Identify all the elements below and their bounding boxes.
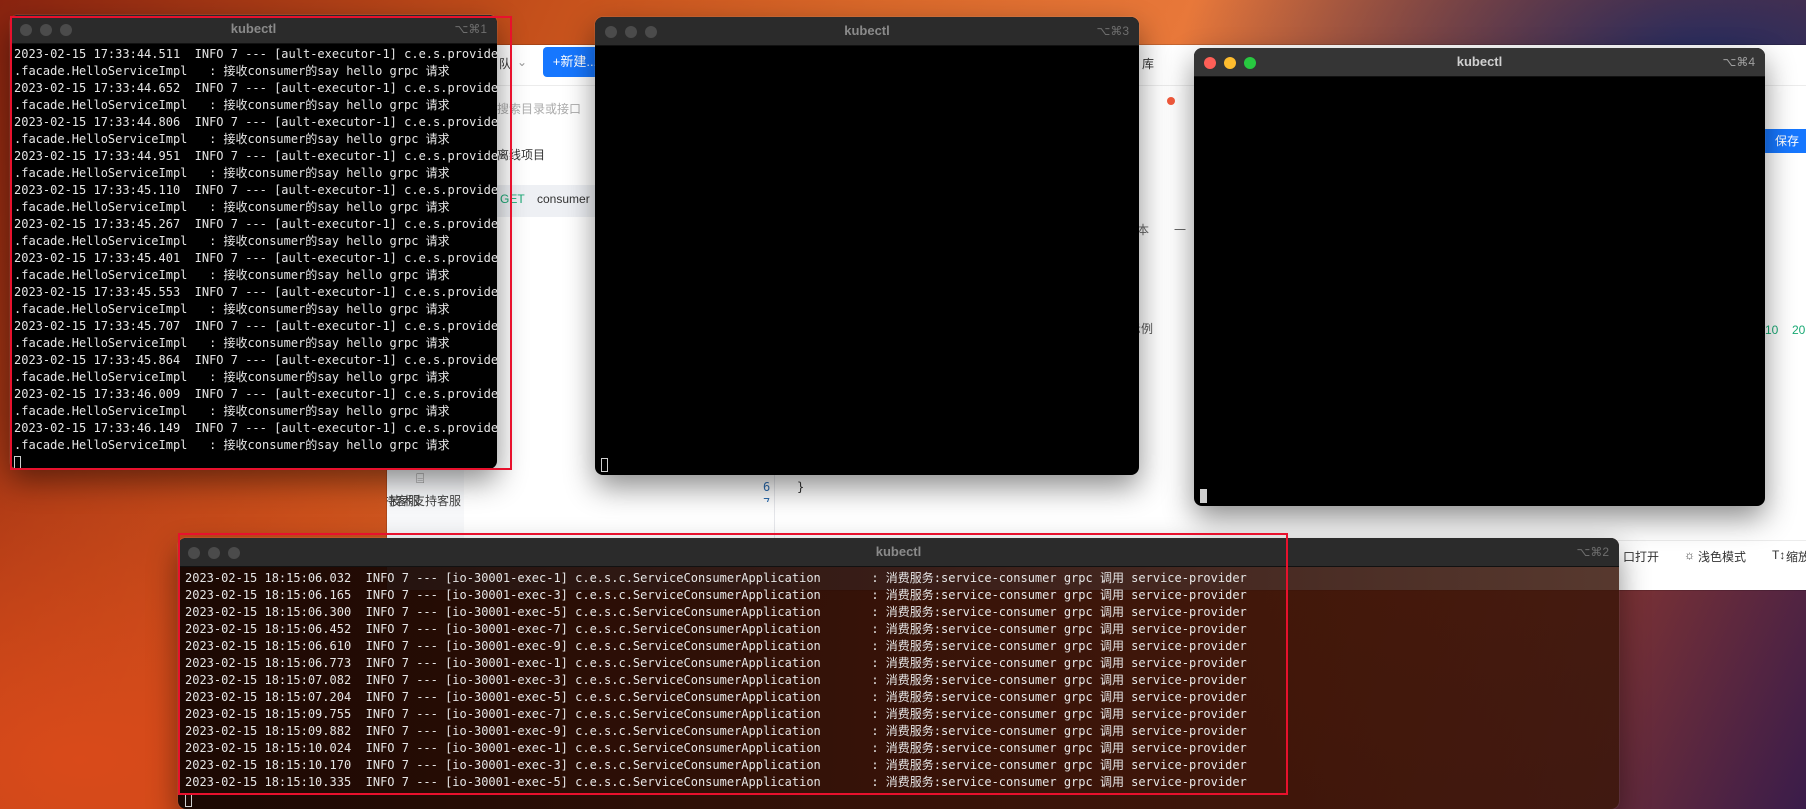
terminal-window-1[interactable]: kubectl ⌥⌘1 2023-02-15 17:33:44.511 INFO… bbox=[10, 15, 497, 469]
log-line: .facade.HelloServiceImpl : 接收consumer的sa… bbox=[14, 370, 450, 384]
num-a: 10 bbox=[1765, 323, 1779, 337]
log-line: 2023-02-15 18:15:06.610 INFO 7 --- [io-3… bbox=[185, 639, 1247, 653]
log-line: 2023-02-15 17:33:45.864 INFO 7 --- [ault… bbox=[14, 353, 497, 367]
window-shortcut: ⌥⌘4 bbox=[1722, 55, 1755, 69]
log-line: .facade.HelloServiceImpl : 接收consumer的sa… bbox=[14, 98, 450, 112]
window-shortcut: ⌥⌘3 bbox=[1096, 24, 1129, 38]
log-line: 2023-02-15 17:33:45.267 INFO 7 --- [ault… bbox=[14, 217, 497, 231]
log-line: 2023-02-15 17:33:45.707 INFO 7 --- [ault… bbox=[14, 319, 497, 333]
terminal-cursor bbox=[14, 454, 493, 469]
search-input[interactable]: 搜索目录或接口 bbox=[497, 100, 581, 117]
window-title: kubectl bbox=[875, 544, 922, 559]
chevron-down-icon[interactable]: ⌄ bbox=[517, 55, 527, 69]
log-line: .facade.HelloServiceImpl : 接收consumer的sa… bbox=[14, 438, 450, 452]
log-line: .facade.HelloServiceImpl : 接收consumer的sa… bbox=[14, 336, 450, 350]
log-line: 2023-02-15 17:33:46.009 INFO 7 --- [ault… bbox=[14, 387, 497, 401]
window-shortcut: ⌥⌘2 bbox=[1576, 545, 1609, 559]
log-line: 2023-02-15 18:15:06.773 INFO 7 --- [io-3… bbox=[185, 656, 1247, 670]
log-line: .facade.HelloServiceImpl : 接收consumer的sa… bbox=[14, 268, 450, 282]
terminal-titlebar[interactable]: kubectl ⌥⌘2 bbox=[178, 538, 1619, 567]
save-button[interactable]: 保存 bbox=[1762, 129, 1806, 153]
log-line: 2023-02-15 18:15:06.165 INFO 7 --- [io-3… bbox=[185, 588, 1247, 602]
log-line: 2023-02-15 18:15:06.452 INFO 7 --- [io-3… bbox=[185, 622, 1247, 636]
log-line: 2023-02-15 18:15:09.755 INFO 7 --- [io-3… bbox=[185, 707, 1247, 721]
log-line: 2023-02-15 18:15:07.204 INFO 7 --- [io-3… bbox=[185, 690, 1247, 704]
log-line: 2023-02-15 18:15:10.170 INFO 7 --- [io-3… bbox=[185, 758, 1247, 772]
log-line: 2023-02-15 17:33:44.951 INFO 7 --- [ault… bbox=[14, 149, 497, 163]
log-line: .facade.HelloServiceImpl : 接收consumer的sa… bbox=[14, 64, 450, 78]
log-line: .facade.HelloServiceImpl : 接收consumer的sa… bbox=[14, 166, 450, 180]
log-line: 2023-02-15 17:33:45.110 INFO 7 --- [ault… bbox=[14, 183, 497, 197]
zoom-button[interactable]: 缩放 bbox=[1786, 548, 1806, 565]
log-line: 2023-02-15 17:33:44.652 INFO 7 --- [ault… bbox=[14, 81, 497, 95]
font-size-icon: T↕ bbox=[1772, 548, 1786, 562]
terminal-window-2[interactable]: kubectl ⌥⌘2 2023-02-15 18:15:06.032 INFO… bbox=[178, 538, 1619, 809]
log-line: .facade.HelloServiceImpl : 接收consumer的sa… bbox=[14, 132, 450, 146]
terminal-cursor bbox=[1200, 487, 1207, 504]
window-title: kubectl bbox=[844, 23, 890, 38]
terminal-cursor bbox=[185, 791, 1615, 808]
terminal-titlebar[interactable]: kubectl ⌥⌘1 bbox=[10, 15, 497, 44]
open-window-button[interactable]: 口打开 bbox=[1623, 548, 1659, 565]
unsaved-dot-icon bbox=[1167, 97, 1175, 105]
num-b: 20 bbox=[1792, 323, 1806, 337]
team-label[interactable]: 队 bbox=[499, 55, 511, 72]
library-label[interactable]: 库 bbox=[1142, 55, 1154, 72]
terminal-output[interactable]: 2023-02-15 17:33:44.511 INFO 7 --- [ault… bbox=[10, 44, 497, 469]
terminal-window-3[interactable]: kubectl ⌥⌘3 bbox=[595, 17, 1139, 475]
log-line: 2023-02-15 18:15:07.082 INFO 7 --- [io-3… bbox=[185, 673, 1247, 687]
terminal-output[interactable] bbox=[595, 46, 1139, 475]
window-title: kubectl bbox=[230, 21, 277, 36]
offline-project-item[interactable]: 离线项目 bbox=[497, 146, 545, 163]
log-line: 2023-02-15 17:33:44.511 INFO 7 --- [ault… bbox=[14, 47, 497, 61]
terminal-output[interactable]: 2023-02-15 18:15:06.032 INFO 7 --- [io-3… bbox=[178, 568, 1619, 809]
terminal-titlebar[interactable]: kubectl ⌥⌘3 bbox=[595, 17, 1139, 46]
log-line: 2023-02-15 18:15:06.300 INFO 7 --- [io-3… bbox=[185, 605, 1247, 619]
log-line: .facade.HelloServiceImpl : 接收consumer的sa… bbox=[14, 302, 450, 316]
log-line: 2023-02-15 17:33:45.401 INFO 7 --- [ault… bbox=[14, 251, 497, 265]
log-line: 2023-02-15 18:15:10.024 INFO 7 --- [io-3… bbox=[185, 741, 1247, 755]
terminal-titlebar[interactable]: kubectl ⌥⌘4 bbox=[1194, 48, 1765, 77]
log-line: 2023-02-15 18:15:10.335 INFO 7 --- [io-3… bbox=[185, 775, 1247, 789]
sun-icon: ☼ bbox=[1684, 548, 1695, 562]
log-line: 2023-02-15 17:33:44.806 INFO 7 --- [ault… bbox=[14, 115, 497, 129]
log-line: .facade.HelloServiceImpl : 接收consumer的sa… bbox=[14, 234, 450, 248]
log-line: 2023-02-15 17:33:46.149 INFO 7 --- [ault… bbox=[14, 421, 497, 435]
code-brace: } bbox=[797, 480, 805, 494]
line-number-6: 6 bbox=[763, 480, 771, 494]
light-mode-toggle[interactable]: 浅色模式 bbox=[1698, 548, 1746, 565]
log-line: .facade.HelloServiceImpl : 接收consumer的sa… bbox=[14, 200, 450, 214]
line-number-7: 7 bbox=[763, 496, 770, 502]
method-badge: GET bbox=[500, 192, 525, 206]
window-title: kubectl bbox=[1456, 54, 1503, 69]
headset-icon: ⌸ bbox=[416, 470, 425, 486]
log-line: 2023-02-15 17:33:45.553 INFO 7 --- [ault… bbox=[14, 285, 497, 299]
log-line: 2023-02-15 18:15:09.882 INFO 7 --- [io-3… bbox=[185, 724, 1247, 738]
terminal-output[interactable] bbox=[1194, 77, 1765, 506]
log-line: 2023-02-15 18:15:06.032 INFO 7 --- [io-3… bbox=[185, 571, 1247, 585]
support-text[interactable]: 技术支持客服 bbox=[389, 492, 461, 509]
col-b-label: 一 bbox=[1174, 223, 1187, 237]
endpoint-name[interactable]: consumer bbox=[537, 192, 590, 206]
terminal-window-4[interactable]: kubectl ⌥⌘4 bbox=[1194, 48, 1765, 506]
window-shortcut: ⌥⌘1 bbox=[454, 22, 487, 36]
log-line: .facade.HelloServiceImpl : 接收consumer的sa… bbox=[14, 404, 450, 418]
terminal-cursor bbox=[601, 456, 608, 473]
